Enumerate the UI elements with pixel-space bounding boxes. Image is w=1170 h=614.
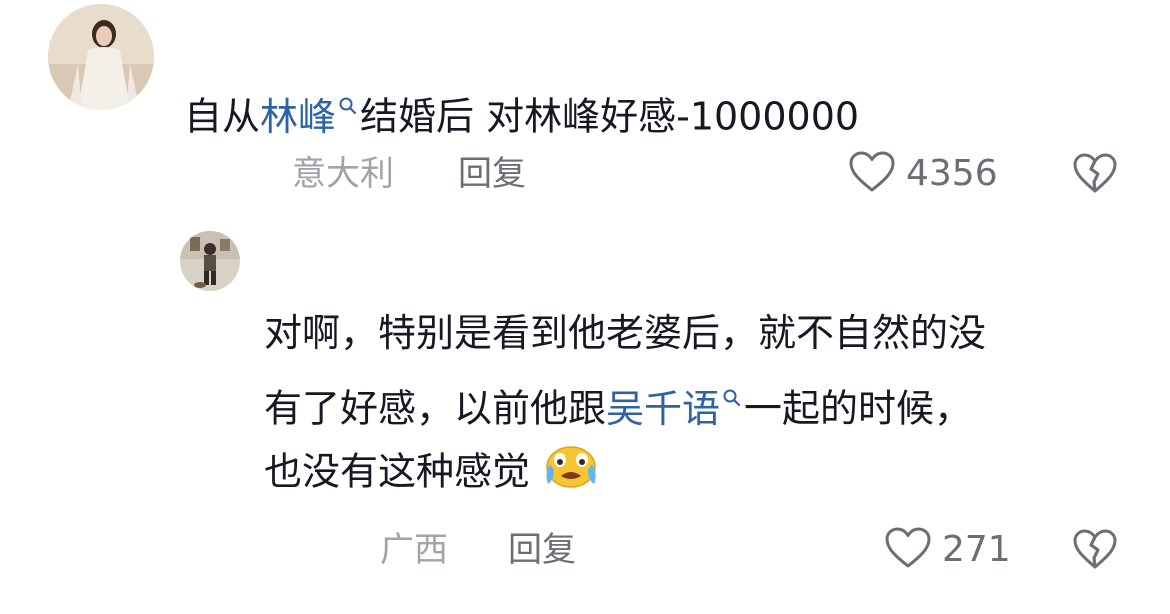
avatar-commenter-2[interactable]	[180, 231, 240, 291]
comment-2-line-1: 对啊，特别是看到他老婆后，就不自然的没	[264, 302, 1124, 364]
comment-2-text-part: 有了好感，以前他跟	[264, 386, 607, 431]
comment-2-text-part: 也没有这种感觉	[264, 449, 531, 494]
search-link-wuqianyu[interactable]: 吴千语	[606, 387, 744, 431]
comment-2-location: 广西	[380, 530, 448, 570]
comment-2-reply-button[interactable]: 回复	[508, 530, 576, 570]
comment-1-location: 意大利	[292, 154, 394, 194]
comment-1-text-part: 结婚后 对林峰好感-1000000	[360, 94, 860, 139]
comment-2-line-2: 有了好感，以前他跟吴千语 一起的时候，	[264, 364, 1124, 440]
heart-outline-icon	[884, 526, 932, 574]
comment-1-text: 自从林峰 结婚后 对林峰好感-1000000	[184, 72, 859, 148]
comment-2-text-part: 一起的时候，	[744, 386, 973, 431]
search-icon	[722, 364, 742, 426]
broken-heart-icon	[1072, 529, 1118, 574]
comment-1-reply-button[interactable]: 回复	[458, 154, 526, 194]
comment-2-text: 对啊，特别是看到他老婆后，就不自然的没 有了好感，以前他跟吴千语 一起的时候， 也…	[264, 302, 1124, 508]
crying-face-emoji	[542, 440, 600, 508]
comment-1-dislike-button[interactable]	[1072, 152, 1118, 198]
broken-heart-icon	[1072, 153, 1118, 198]
comment-2-dislike-button[interactable]	[1072, 528, 1118, 574]
comment-2-text-part: 对啊，特别是看到他老婆后，就不自然的没	[264, 311, 987, 355]
comment-1-like-button[interactable]: 4356	[848, 150, 998, 198]
search-link-linfeng[interactable]: 林峰	[260, 95, 360, 139]
search-icon	[338, 72, 358, 134]
comment-2-line-3: 也没有这种感觉	[264, 440, 1124, 508]
comment-1-like-count: 4356	[906, 153, 998, 194]
heart-outline-icon	[848, 150, 896, 198]
comment-2-like-button[interactable]: 271	[884, 526, 1011, 574]
comment-1-text-part: 自从	[184, 94, 261, 139]
avatar-commenter-1[interactable]	[48, 4, 154, 110]
comment-2-like-count: 271	[942, 529, 1011, 570]
